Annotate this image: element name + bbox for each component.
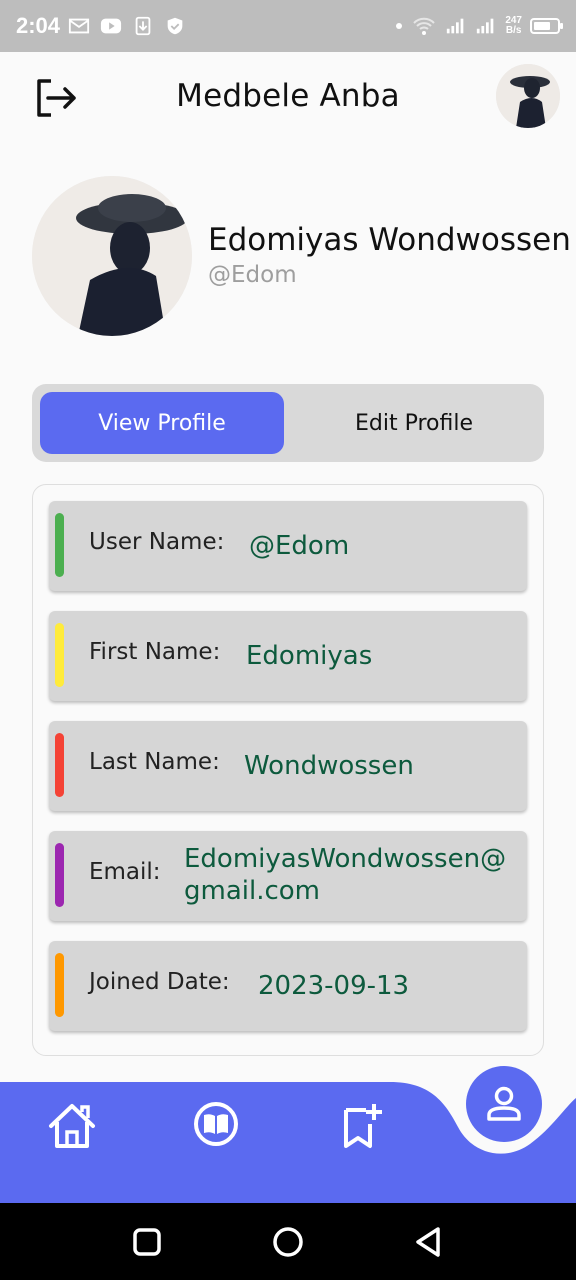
wifi-icon [413,17,436,35]
row-accent [55,513,64,577]
square-icon[interactable] [130,1225,164,1259]
detail-row-username: User Name: @Edom [49,501,527,591]
detail-row-first-name: First Name: Edomiyas [49,611,527,701]
detail-label: First Name: [89,639,221,665]
tab-edit-profile[interactable]: Edit Profile [292,392,536,454]
detail-label: Joined Date: [89,969,230,995]
profile-details-card: User Name: @Edom First Name: Edomiyas La… [32,484,544,1056]
detail-label: Email: [89,859,161,885]
person-icon [487,1086,521,1121]
email-line-2: gmail.com [184,876,321,906]
detail-row-joined-date: Joined Date: 2023-09-13 [49,941,527,1031]
row-accent [55,953,64,1017]
gmail-icon [68,18,90,34]
signal-icon [477,18,494,34]
signal-icon [447,18,464,34]
profile-avatar [32,176,192,336]
profile-handle: @Edom [208,262,297,288]
dot-icon [396,23,403,29]
status-bar: 2:04 247 B/s [0,0,576,52]
profile-avatar-image [32,176,192,336]
detail-value: EdomiyasWondwossen@ gmail.com [184,843,506,907]
youtube-icon [100,18,122,34]
status-time: 2:04 [16,13,61,38]
circle-icon[interactable] [271,1225,305,1259]
bookmark-add-icon[interactable] [336,1100,388,1152]
profile-name: Edomiyas Wondwossen [208,222,571,258]
home-icon[interactable] [46,1100,98,1152]
profile-nav-button[interactable] [466,1066,542,1142]
unused [450,82,502,134]
battery-icon [530,18,563,34]
status-icons-left [68,16,186,36]
row-accent [55,843,64,907]
detail-value: @Edom [249,531,350,561]
avatar-image [496,64,560,128]
detail-label: User Name: [89,529,225,555]
back-triangle-icon[interactable] [412,1225,446,1259]
profile-tabs: View Profile Edit Profile [32,384,544,462]
detail-value: 2023-09-13 [258,971,410,1001]
detail-row-last-name: Last Name: Wondwossen [49,721,527,811]
book-icon[interactable] [190,1098,242,1150]
detail-value: Edomiyas [246,641,373,671]
row-accent [55,623,64,687]
avatar[interactable] [496,64,560,128]
network-speed: 247 B/s [505,16,522,36]
tab-view-profile[interactable]: View Profile [40,392,284,454]
email-line-1: EdomiyasWondwossen@ [184,844,507,874]
row-accent [55,733,64,797]
detail-label: Last Name: [89,749,220,775]
network-speed-unit: B/s [505,25,522,36]
status-icons-right: 247 B/s [395,16,563,36]
detail-row-email: Email: EdomiyasWondwossen@ gmail.com [49,831,527,921]
system-nav-bar [0,1203,576,1280]
detail-value: Wondwossen [244,751,414,781]
download-icon [135,16,151,36]
shield-icon [167,17,183,35]
